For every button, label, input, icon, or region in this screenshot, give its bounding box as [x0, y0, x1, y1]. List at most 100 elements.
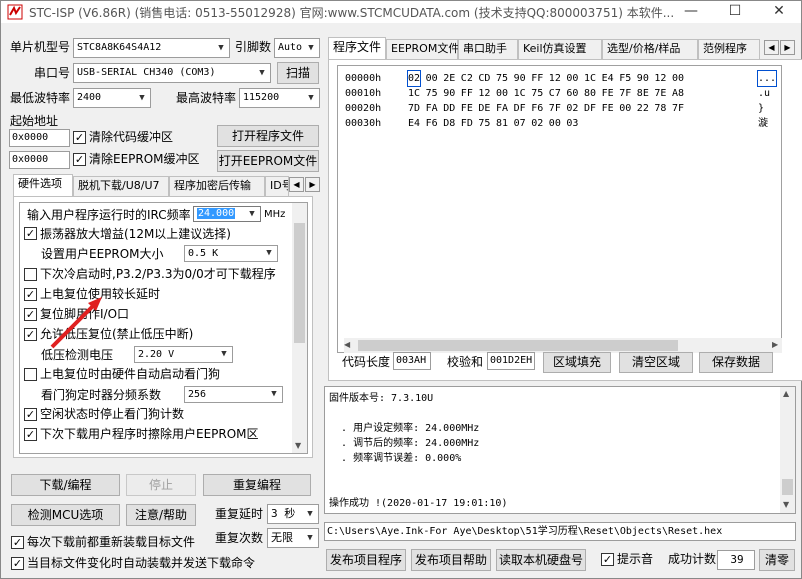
hex-byte[interactable]: 90	[637, 71, 649, 86]
reset-pin-io-checkbox[interactable]: ✓	[24, 308, 37, 321]
hex-byte[interactable]: FE	[461, 101, 473, 116]
publish-help-button[interactable]: 发布项目帮助	[411, 549, 491, 571]
hex-byte[interactable]: 02	[406, 70, 422, 87]
fill-region-button[interactable]: 区域填充	[543, 352, 611, 373]
open-eeprom-file-button[interactable]: 打开EEPROM文件	[217, 150, 319, 172]
hex-byte[interactable]: 90	[514, 71, 526, 86]
hex-byte[interactable]: 75	[531, 86, 543, 101]
scroll-right-icon[interactable]: ▶	[772, 340, 778, 349]
hex-byte[interactable]: FD	[461, 116, 473, 131]
irc-frequency-select[interactable]: 24.000 ▼	[193, 206, 261, 222]
minimize-button[interactable]: —	[669, 1, 713, 23]
hex-byte[interactable]: 75	[426, 86, 438, 101]
hex-byte[interactable]: FE	[602, 86, 614, 101]
tab-serial-assistant[interactable]: 串口助手	[458, 39, 518, 59]
hex-byte[interactable]: 7F	[549, 101, 561, 116]
mcu-model-select[interactable]: STC8A8K64S4A12 ▼	[73, 38, 230, 58]
publish-program-button[interactable]: 发布项目程序	[326, 549, 406, 571]
hex-byte[interactable]: 1C	[408, 86, 420, 101]
repeat-delay-select[interactable]: 3 秒 ▼	[267, 504, 319, 524]
min-baud-select[interactable]: 2400 ▼	[73, 88, 151, 108]
hex-byte[interactable]: 8E	[637, 86, 649, 101]
hex-byte[interactable]: 00	[496, 86, 508, 101]
low-voltage-threshold-select[interactable]: 2.20 V ▼	[134, 346, 233, 363]
watchdog-prescaler-select[interactable]: 256 ▼	[184, 386, 283, 403]
open-program-file-button[interactable]: 打开程序文件	[217, 125, 319, 147]
log-scrollbar-thumb[interactable]	[782, 479, 793, 495]
idle-stop-watchdog-checkbox[interactable]: ✓	[24, 408, 37, 421]
notice-help-button[interactable]: 注意/帮助	[126, 504, 196, 526]
hex-byte[interactable]: A8	[672, 86, 684, 101]
scroll-down-icon[interactable]: ▼	[783, 500, 789, 509]
tab-hardware-options[interactable]: 硬件选项	[13, 174, 73, 196]
clear-code-buffer-checkbox[interactable]: ✓	[73, 131, 86, 144]
hex-byte[interactable]: 1C	[514, 86, 526, 101]
oscillator-gain-checkbox[interactable]: ✓	[24, 227, 37, 240]
auto-send-on-change-checkbox[interactable]: ✓	[11, 557, 24, 570]
long-reset-delay-checkbox[interactable]: ✓	[24, 288, 37, 301]
hex-byte[interactable]: 2E	[443, 71, 455, 86]
hex-file-path-field[interactable]: C:\Users\Aye.Ink-For Aye\Desktop\51学习历程\…	[324, 522, 796, 541]
hex-byte[interactable]: FA	[496, 101, 508, 116]
hex-byte[interactable]: 00	[566, 71, 578, 86]
hex-byte[interactable]: 7F	[619, 86, 631, 101]
tab-scroll-left-icon[interactable]: ◀	[289, 177, 304, 192]
reload-before-download-checkbox[interactable]: ✓	[11, 536, 24, 549]
auto-watchdog-checkbox[interactable]	[24, 368, 37, 381]
hex-byte[interactable]: 7D	[408, 101, 420, 116]
hex-byte[interactable]: 00	[426, 71, 438, 86]
hex-byte[interactable]: F5	[619, 71, 631, 86]
hex-byte[interactable]: 03	[566, 116, 578, 131]
hex-byte[interactable]: FF	[461, 86, 473, 101]
read-disk-serial-button[interactable]: 读取本机硬盘号	[496, 549, 586, 571]
tab-offline-download[interactable]: 脱机下载/U8/U7	[73, 176, 169, 196]
hex-byte[interactable]: CD	[478, 71, 490, 86]
serial-port-select[interactable]: USB-SERIAL CH340 (COM3) ▼	[73, 63, 271, 83]
tab-examples[interactable]: 范例程序	[698, 39, 760, 59]
tab-encrypted-transfer[interactable]: 程序加密后传输	[169, 176, 265, 196]
close-button[interactable]: ✕	[757, 1, 801, 23]
scroll-left-icon[interactable]: ◀	[344, 340, 350, 349]
tab-keil-settings[interactable]: Keil仿真设置	[518, 39, 602, 59]
options-scrollbar[interactable]: ▼	[292, 203, 307, 453]
hex-byte[interactable]: 7E	[654, 86, 666, 101]
hex-byte[interactable]: DF	[514, 101, 526, 116]
tab-scroll-right-icon[interactable]: ▶	[305, 177, 320, 192]
hex-byte[interactable]: 00	[619, 101, 631, 116]
tab-scroll-left-icon[interactable]: ◀	[764, 40, 779, 55]
hex-byte[interactable]: 02	[566, 101, 578, 116]
hex-editor[interactable]: 00000h 02 00 2E C2 CD 75 90 FF 12 00 1C E4 F5 90 12 00..…	[337, 65, 782, 353]
hex-byte[interactable]: C7	[549, 86, 561, 101]
hex-hscrollbar-thumb[interactable]	[358, 340, 678, 351]
beep-checkbox[interactable]: ✓	[601, 553, 614, 566]
hex-byte[interactable]: D8	[443, 116, 455, 131]
cold-boot-p32-checkbox[interactable]	[24, 268, 37, 281]
hex-byte[interactable]: DF	[584, 101, 596, 116]
hex-byte[interactable]: 60	[566, 86, 578, 101]
hex-byte[interactable]: E4	[408, 116, 420, 131]
eeprom-size-select[interactable]: 0.5 K ▼	[184, 245, 278, 262]
clear-eeprom-buffer-checkbox[interactable]: ✓	[73, 153, 86, 166]
hex-byte[interactable]: F6	[531, 101, 543, 116]
hex-byte[interactable]: FA	[426, 101, 438, 116]
hex-byte[interactable]: 90	[443, 86, 455, 101]
check-mcu-options-button[interactable]: 检测MCU选项	[11, 504, 120, 526]
hex-byte[interactable]: 7F	[672, 101, 684, 116]
hex-byte[interactable]: 1C	[584, 71, 596, 86]
hex-byte[interactable]: 12	[478, 86, 490, 101]
tab-id-number[interactable]: ID号	[265, 176, 289, 196]
hex-byte[interactable]: 02	[531, 116, 543, 131]
max-baud-select[interactable]: 115200 ▼	[239, 88, 320, 108]
eeprom-start-address-input[interactable]: 0x0000	[9, 151, 70, 169]
hex-byte[interactable]: 00	[672, 71, 684, 86]
repeat-program-button[interactable]: 重复编程	[203, 474, 311, 496]
hex-hscrollbar[interactable]: ◀ ▶	[344, 338, 782, 353]
hex-byte[interactable]: 81	[496, 116, 508, 131]
hex-byte[interactable]: 12	[654, 71, 666, 86]
hex-byte[interactable]: FF	[531, 71, 543, 86]
hex-byte[interactable]: FE	[602, 101, 614, 116]
tab-selection-price[interactable]: 选型/价格/样品	[602, 39, 698, 59]
hex-byte[interactable]: 75	[478, 116, 490, 131]
save-data-button[interactable]: 保存数据	[699, 352, 773, 373]
log-output[interactable]: 固件版本号: 7.3.10U . 用户设定频率: 24.000MHz . 调节后…	[324, 386, 796, 514]
